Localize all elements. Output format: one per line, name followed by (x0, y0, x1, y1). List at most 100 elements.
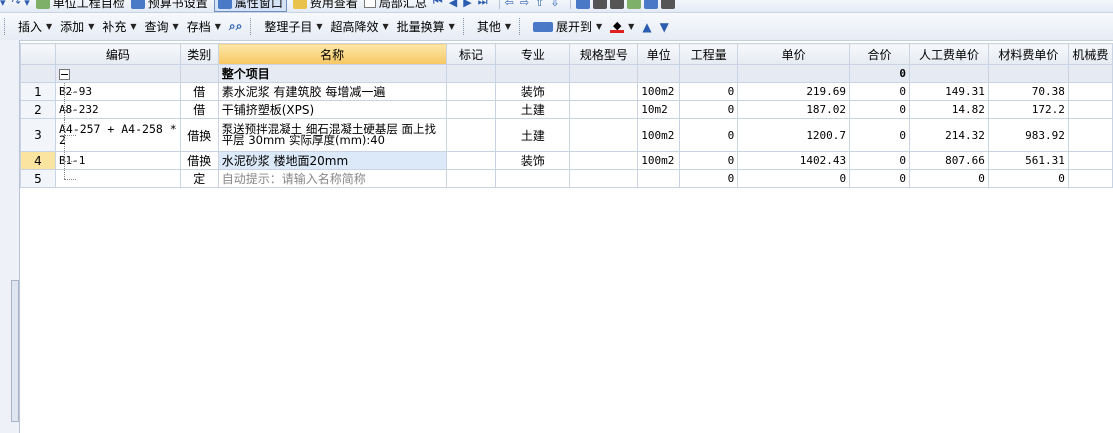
mark-cell[interactable] (445, 169, 497, 188)
unit-cell[interactable]: 100m2 (637, 82, 681, 101)
total-cell[interactable]: 0 (849, 169, 910, 188)
model-cell[interactable] (569, 151, 639, 170)
code-cell[interactable] (54, 64, 181, 83)
height-efficiency-button[interactable]: 超高降效 ▼ (326, 18, 392, 35)
price-cell[interactable]: 187.02 (737, 100, 851, 119)
total-cell[interactable]: 0 (849, 100, 910, 119)
total-cell[interactable]: 0 (849, 64, 910, 83)
back-icon[interactable]: ⇦ (505, 0, 514, 9)
col-header-code[interactable]: 编码 (54, 43, 181, 65)
code-cell[interactable]: A4-257 + A4-258 * 2 (54, 118, 181, 152)
unit-project-check-button[interactable]: 单位工程自检 (35, 0, 125, 11)
move-up-icon[interactable]: ▲ (638, 20, 655, 34)
mark-cell[interactable] (445, 64, 497, 83)
find-icon[interactable]: ⌕⌕ (225, 19, 246, 34)
major-cell[interactable]: 装饰 (495, 151, 571, 170)
row-number[interactable]: 1 (20, 82, 56, 101)
machine-cell[interactable] (1067, 118, 1113, 152)
unit-cell[interactable] (637, 64, 681, 83)
machine-cell[interactable] (1067, 64, 1113, 83)
paragraph-icon[interactable] (610, 0, 625, 9)
major-cell[interactable] (495, 169, 571, 188)
code-cell[interactable]: B2-93 (54, 82, 181, 101)
major-cell[interactable]: 土建 (495, 118, 571, 152)
labor-cell[interactable]: 14.82 (908, 100, 989, 119)
material-cell[interactable]: 172.2 (987, 100, 1069, 119)
redo-icon[interactable]: ↷ ▾ (12, 0, 30, 9)
col-header-labor-price[interactable]: 人工费单价 (908, 43, 989, 65)
qty-cell[interactable]: 0 (679, 100, 739, 119)
row-number[interactable]: 4 (20, 151, 56, 170)
labor-cell[interactable]: 149.31 (908, 82, 989, 101)
row-number[interactable]: 5 (20, 169, 56, 188)
collapse-icon[interactable] (58, 68, 70, 80)
type-cell[interactable]: 借 (179, 82, 219, 101)
mark-cell[interactable] (445, 100, 497, 119)
cost-view-button[interactable]: 费用查看 (292, 0, 358, 11)
table-icon[interactable] (576, 0, 591, 9)
type-cell[interactable]: 借 (179, 100, 219, 119)
type-cell[interactable]: 借换 (179, 151, 219, 170)
col-header-model[interactable]: 规格型号 (569, 43, 639, 65)
table-row[interactable]: 3 A4-257 + A4-258 * 2 借换 泵送预拌混凝土 细石混凝土硬基… (20, 118, 1113, 152)
model-cell[interactable] (569, 100, 639, 119)
labor-cell[interactable]: 214.32 (908, 118, 989, 152)
col-header-mark[interactable]: 标记 (445, 43, 497, 65)
list-icon[interactable] (661, 0, 676, 9)
unit-cell[interactable]: 100m2 (637, 151, 681, 170)
material-cell[interactable]: 70.38 (987, 82, 1069, 101)
move-down-icon[interactable]: ⇩ (550, 0, 559, 9)
col-header-material-price[interactable]: 材料费单价 (987, 43, 1069, 65)
col-header-machine-price[interactable]: 机械费 (1067, 43, 1113, 65)
model-cell[interactable] (569, 169, 639, 188)
qty-cell[interactable]: 0 (679, 118, 739, 152)
material-cell[interactable]: 561.31 (987, 151, 1069, 170)
next-icon[interactable]: ▶ (463, 0, 471, 9)
unit-cell[interactable] (637, 169, 681, 188)
col-header-total[interactable]: 合价 (849, 43, 910, 65)
price-cell[interactable]: 0 (737, 169, 851, 188)
labor-cell[interactable] (908, 64, 989, 83)
mark-cell[interactable] (445, 151, 497, 170)
name-cell[interactable]: 整个项目 (217, 64, 447, 83)
major-cell[interactable] (495, 64, 571, 83)
machine-cell[interactable] (1067, 100, 1113, 119)
move-down-icon[interactable]: ▼ (656, 20, 673, 34)
total-cell[interactable]: 0 (849, 118, 910, 152)
query-button[interactable]: 查询 ▼ (141, 18, 183, 35)
fill-color-button[interactable]: ◆ ▼ (606, 20, 638, 33)
expand-to-button[interactable]: 展开到 ▼ (529, 18, 606, 35)
model-cell[interactable] (569, 64, 639, 83)
tool-icon[interactable] (593, 0, 608, 9)
model-cell[interactable] (569, 118, 639, 152)
qty-cell[interactable]: 0 (679, 82, 739, 101)
total-cell[interactable]: 0 (849, 151, 910, 170)
mark-cell[interactable] (445, 118, 497, 152)
table-row-new[interactable]: 5 定 自动提示：请输入名称简称 0 0 0 0 0 (20, 169, 1113, 188)
table-row[interactable]: 2 A8-232 借 干铺挤塑板(XPS) 土建 10m2 0 187.02 0… (20, 100, 1113, 119)
export-icon[interactable] (627, 0, 642, 9)
machine-cell[interactable] (1067, 82, 1113, 101)
insert-button[interactable]: 插入 ▼ (14, 18, 56, 35)
material-cell[interactable]: 983.92 (987, 118, 1069, 152)
last-icon[interactable]: ⏭ (478, 0, 488, 9)
qty-cell[interactable] (679, 64, 739, 83)
supplement-button[interactable]: 补充 ▼ (98, 18, 140, 35)
major-cell[interactable]: 装饰 (495, 82, 571, 101)
panel-splitter-handle[interactable] (11, 280, 19, 422)
organize-items-button[interactable]: 整理子目 ▼ (260, 18, 326, 35)
material-cell[interactable] (987, 64, 1069, 83)
col-header-unit-price[interactable]: 单价 (737, 43, 851, 65)
col-header-quantity[interactable]: 工程量 (679, 43, 739, 65)
machine-cell[interactable] (1067, 169, 1113, 188)
row-number[interactable]: 3 (20, 118, 56, 152)
material-cell[interactable]: 0 (987, 169, 1069, 188)
group-icon[interactable] (644, 0, 659, 9)
type-cell[interactable] (179, 64, 219, 83)
name-input-hint[interactable]: 自动提示：请输入名称简称 (217, 169, 447, 188)
budget-settings-button[interactable]: 预算书设置 (130, 0, 208, 11)
prev-icon[interactable]: ◀ (449, 0, 457, 9)
code-cell[interactable] (54, 169, 181, 188)
table-row[interactable]: 1 B2-93 借 素水泥浆 有建筑胶 每增减一遍 装饰 100m2 0 219… (20, 82, 1113, 101)
row-number[interactable]: 2 (20, 100, 56, 119)
